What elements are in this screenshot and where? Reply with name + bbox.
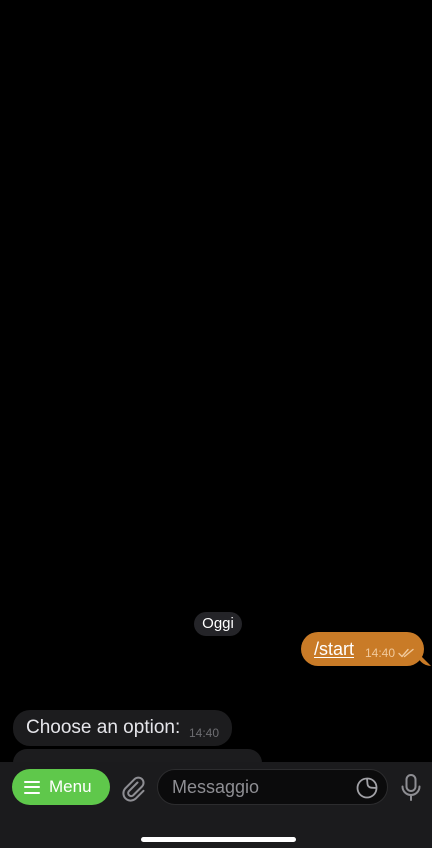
message-time: 14:40	[188, 726, 219, 740]
message-input-field[interactable]	[157, 769, 388, 805]
sticker-icon[interactable]	[355, 776, 379, 800]
hamburger-icon	[24, 780, 40, 794]
date-separator: Oggi	[194, 612, 242, 636]
chat-screen: Oggi /start 14:40 Choose an option: 14:4…	[0, 0, 432, 848]
bot-command-link[interactable]: /start	[314, 638, 354, 660]
double-check-icon	[398, 648, 414, 658]
menu-button-label: Menu	[49, 777, 92, 796]
home-indicator[interactable]	[141, 837, 296, 842]
bot-menu-button[interactable]: Menu	[12, 769, 110, 805]
composer-bar: Menu	[0, 762, 432, 848]
message-text: Choose an option:	[26, 717, 181, 738]
message-meta: 14:40	[365, 646, 414, 660]
paperclip-icon[interactable]	[120, 774, 146, 802]
message-input[interactable]	[172, 770, 342, 804]
microphone-icon[interactable]	[400, 773, 422, 803]
outgoing-message[interactable]: /start 14:40	[301, 632, 431, 666]
incoming-message[interactable]: Choose an option: 14:40	[13, 710, 232, 746]
bubble-tail	[417, 652, 431, 666]
message-time: 14:40	[364, 646, 395, 660]
